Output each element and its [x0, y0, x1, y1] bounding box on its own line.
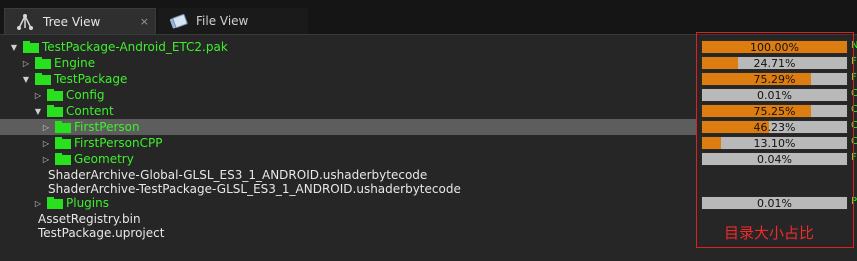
- annotation-caption: 目录大小占比: [724, 224, 815, 242]
- tree-row[interactable]: ▷ Engine: [0, 55, 700, 71]
- folder-icon: [35, 73, 51, 85]
- collapsed-arrow-icon[interactable]: ▷: [32, 91, 44, 100]
- tree-row[interactable]: ▼ Content: [0, 103, 700, 119]
- collapsed-arrow-icon[interactable]: ▷: [40, 139, 52, 148]
- tree-row-label: Geometry: [74, 152, 134, 166]
- tab-tree-view[interactable]: Tree View ×: [4, 8, 156, 34]
- folder-icon: [55, 153, 71, 165]
- tree-row-label: TestPackage.uproject: [38, 226, 165, 240]
- tree-row-label: FirstPerson: [74, 120, 140, 134]
- collapsed-arrow-icon[interactable]: ▷: [32, 199, 44, 208]
- collapsed-arrow-icon[interactable]: ▷: [40, 155, 52, 164]
- tree-row-label: Plugins: [66, 196, 109, 210]
- tree-row[interactable]: ▷ FirstPerson: [0, 119, 697, 135]
- tree-row-label: ShaderArchive-TestPackage-GLSL_ES3_1_AND…: [48, 182, 461, 196]
- tree-row-label: ShaderArchive-Global-GLSL_ES3_1_ANDROID.…: [48, 168, 428, 182]
- folder-icon: [55, 121, 71, 133]
- tree-row[interactable]: ▼ TestPackage-Android_ETC2.pak: [0, 39, 700, 55]
- tree-row-label: TestPackage-Android_ETC2.pak: [42, 40, 228, 54]
- tree-row[interactable]: TestPackage.uproject: [0, 225, 700, 241]
- folder-icon: [23, 41, 39, 53]
- tab-label: File View: [196, 14, 249, 28]
- tree-row-label: Config: [66, 88, 105, 102]
- tree-row-label: AssetRegistry.bin: [38, 212, 141, 226]
- tab-bar: Tree View × File View: [0, 0, 857, 34]
- folder-icon: [47, 197, 63, 209]
- folder-icon: [55, 137, 71, 149]
- close-icon[interactable]: ×: [140, 15, 149, 28]
- expanded-arrow-icon[interactable]: ▼: [20, 75, 32, 84]
- tree-row[interactable]: ▼ TestPackage: [0, 71, 700, 87]
- tab-file-view[interactable]: File View: [158, 8, 308, 34]
- collapsed-arrow-icon[interactable]: ▷: [20, 59, 32, 68]
- tree-row-label: FirstPersonCPP: [74, 136, 163, 150]
- tree-row[interactable]: ▷ Config: [0, 87, 700, 103]
- folder-icon: [47, 105, 63, 117]
- tree-row-label: TestPackage: [54, 72, 128, 86]
- expanded-arrow-icon[interactable]: ▼: [8, 43, 20, 52]
- tree-row[interactable]: ▷ Geometry: [0, 151, 700, 167]
- highlight-box: [696, 32, 854, 248]
- tree-row-label: Engine: [54, 56, 96, 70]
- folder-icon: [35, 57, 51, 69]
- tree-icon: [15, 12, 35, 32]
- file-icon: [168, 11, 188, 31]
- tab-label: Tree View: [43, 14, 101, 29]
- tree-row[interactable]: ▷ Plugins: [0, 195, 700, 211]
- collapsed-arrow-icon[interactable]: ▷: [40, 123, 52, 132]
- expanded-arrow-icon[interactable]: ▼: [32, 107, 44, 116]
- tree-row[interactable]: ▷ FirstPersonCPP: [0, 135, 700, 151]
- tree-row-label: Content: [66, 104, 114, 118]
- folder-icon: [47, 89, 63, 101]
